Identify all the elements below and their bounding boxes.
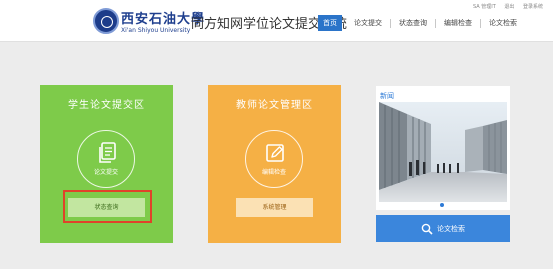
teacher-panel-title: 教师论文管理区	[236, 100, 313, 111]
top-links: SA 管理IT 退出 登录系统	[466, 3, 543, 10]
edit-check-button[interactable]: 编辑检查	[245, 130, 303, 188]
top-link-login[interactable]: 登录系统	[523, 4, 543, 10]
system-manage-button[interactable]: 系统管理	[236, 198, 313, 217]
search-icon	[421, 223, 433, 235]
nav-home[interactable]: 首页	[318, 15, 342, 31]
thesis-search-button[interactable]: 论文检索	[376, 215, 510, 242]
nav-divider	[480, 18, 481, 28]
nav-divider	[390, 18, 391, 28]
top-link-user[interactable]: SA 管理IT	[473, 4, 496, 10]
thesis-submit-button[interactable]: 论文提交	[77, 130, 135, 188]
news-image[interactable]	[379, 102, 507, 202]
main-nav: 首页 论文提交 状态查询 编辑检查 论文检索	[318, 15, 522, 31]
edit-check-label: 编辑检查	[261, 169, 286, 176]
university-seal-logo	[93, 8, 119, 34]
news-panel: 新闻	[376, 86, 510, 210]
thesis-submit-label: 论文提交	[93, 169, 118, 176]
thesis-search-label: 论文检索	[437, 224, 465, 233]
nav-thesis-submit[interactable]: 论文提交	[349, 15, 387, 31]
document-copy-icon	[99, 142, 116, 163]
university-name-en: Xi'an Shiyou University	[121, 27, 191, 34]
nav-divider	[435, 18, 436, 28]
top-link-logout[interactable]: 退出	[504, 4, 514, 10]
highlight-box	[63, 190, 152, 223]
student-panel-title: 学生论文提交区	[68, 100, 145, 111]
news-photo	[379, 102, 507, 202]
student-submit-panel: 学生论文提交区 论文提交 状态查询	[40, 85, 173, 243]
nav-thesis-search[interactable]: 论文检索	[484, 15, 522, 31]
edit-pencil-icon	[266, 144, 284, 162]
carousel-dot[interactable]	[440, 203, 444, 207]
teacher-manage-panel: 教师论文管理区 编辑检查 系统管理	[208, 85, 341, 243]
header-bar: 西安石油大學 Xi'an Shiyou University 同方知网学位论文提…	[0, 0, 553, 42]
nav-status-query[interactable]: 状态查询	[394, 15, 432, 31]
news-title: 新闻	[380, 92, 394, 100]
nav-edit-check[interactable]: 编辑检查	[439, 15, 477, 31]
